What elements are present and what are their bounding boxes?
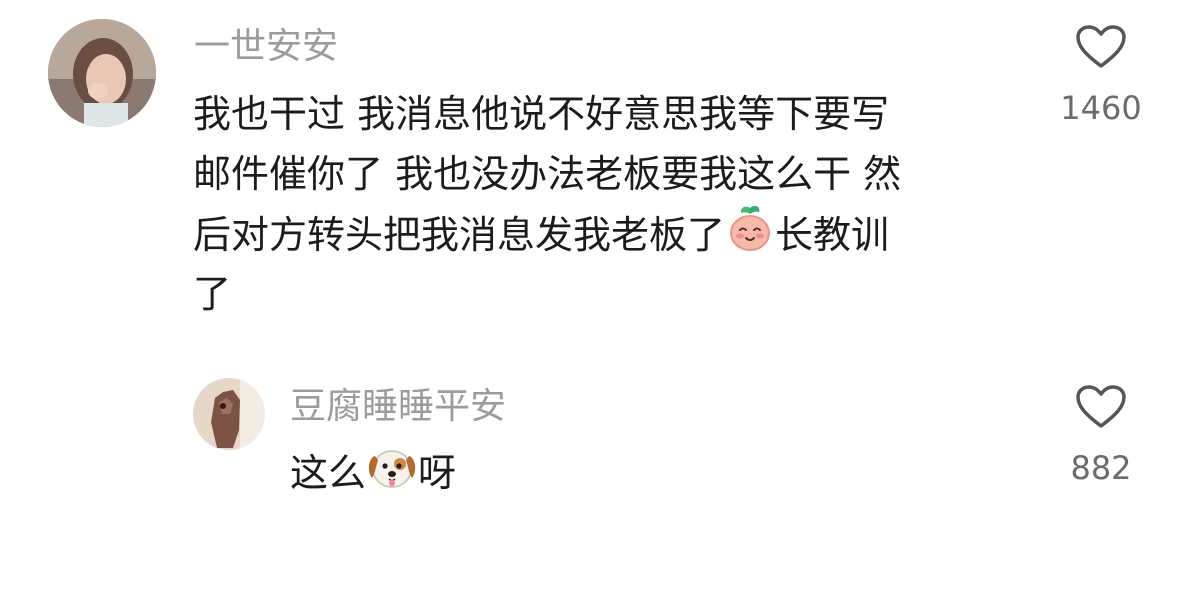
avatar[interactable]: [193, 378, 265, 450]
like-count: 882: [1070, 449, 1132, 487]
comment-line: 我也干过 我消息他说不好意思我等下要写: [193, 92, 890, 136]
comment-line: 了: [193, 272, 232, 316]
comment-text: 这么 呀: [290, 442, 456, 509]
heart-outline-icon[interactable]: [1075, 384, 1127, 430]
username[interactable]: 一世安安: [194, 25, 338, 69]
avatar[interactable]: [48, 19, 156, 127]
peach-face-emoji: [725, 204, 775, 271]
dog-face-emoji: [366, 442, 418, 509]
comment-text-segment: 这么: [290, 451, 367, 495]
like-count: 1460: [1060, 89, 1142, 127]
heart-outline-icon[interactable]: [1075, 24, 1127, 70]
comment-line: 后对方转头把我消息发我老板了 长教训: [193, 204, 901, 264]
comment-line: 邮件催你了 我也没办法老板要我这么干 然: [193, 152, 902, 196]
like-block: 882: [1041, 384, 1161, 488]
comment-text: 我也干过 我消息他说不好意思我等下要写 邮件催你了 我也没办法老板要我这么干 然…: [193, 84, 901, 324]
comment-line-segment: 长教训: [775, 213, 890, 257]
like-block: 1460: [1041, 24, 1161, 128]
comment-text-segment: 呀: [418, 451, 457, 495]
comment-line-segment: 后对方转头把我消息发我老板了: [193, 213, 726, 257]
username[interactable]: 豆腐睡睡平安: [290, 385, 506, 429]
